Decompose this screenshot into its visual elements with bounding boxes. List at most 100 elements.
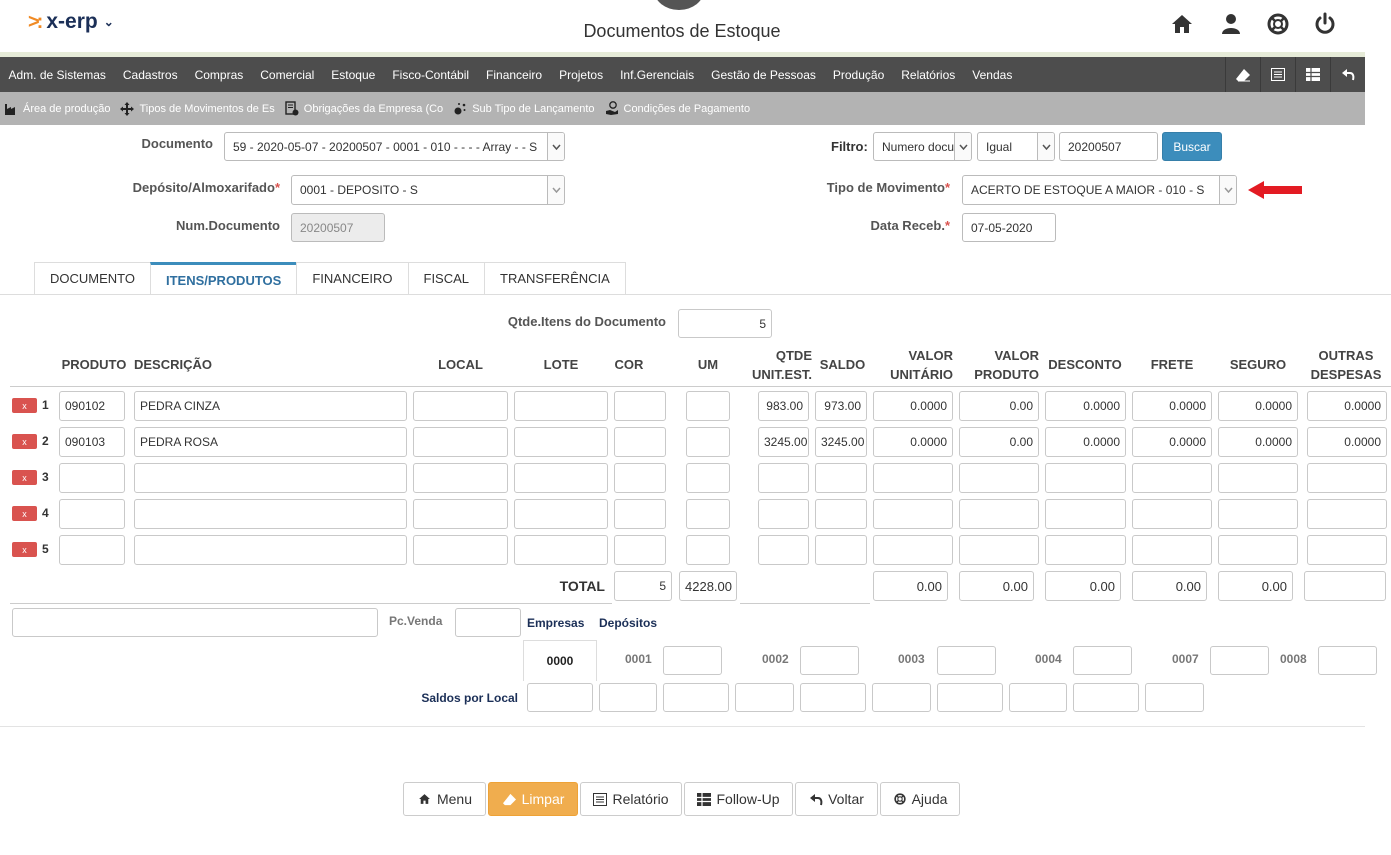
lote-input[interactable] (514, 499, 608, 529)
valor-produto-input[interactable] (959, 499, 1039, 529)
total-qtde-field[interactable]: 4228.00 (679, 571, 737, 601)
menu-button[interactable]: Menu (403, 782, 486, 816)
delete-row-button[interactable]: x (12, 506, 37, 521)
valor-produto-input[interactable] (959, 535, 1039, 565)
menu-item[interactable]: Cadastros (114, 68, 186, 82)
qtde-input[interactable]: 983.00 (758, 391, 809, 421)
seguro-input[interactable] (1218, 535, 1298, 565)
valor-produto-input[interactable]: 0.00 (959, 427, 1039, 457)
valor-unitario-input[interactable] (873, 499, 953, 529)
menu-item[interactable]: Relatórios (893, 68, 964, 82)
valor-unitario-input[interactable] (873, 535, 953, 565)
total-desconto-field[interactable]: 0.00 (1045, 571, 1121, 601)
follow-up-button[interactable]: Follow-Up (684, 782, 793, 816)
delete-row-button[interactable]: x (12, 470, 37, 485)
saldo-local-field[interactable] (937, 683, 1003, 712)
frete-input[interactable] (1132, 499, 1212, 529)
pcvenda-field[interactable] (455, 608, 521, 637)
lote-input[interactable] (514, 427, 608, 457)
shortcut-item[interactable]: Obrigações da Empresa (Co (285, 101, 443, 116)
empresa-selected[interactable]: 0000 (523, 640, 597, 681)
tab-itens-produtos[interactable]: ITENS/PRODUTOS (149, 262, 298, 295)
produto-input[interactable] (59, 535, 125, 565)
empresa-saldo-field[interactable] (800, 646, 859, 675)
menu-item[interactable]: Projetos (551, 68, 612, 82)
numdoc-field[interactable]: 20200507 (291, 213, 385, 242)
valor-produto-input[interactable]: 0.00 (959, 391, 1039, 421)
saldo-input[interactable]: 973.00 (815, 391, 867, 421)
cor-input[interactable] (614, 427, 666, 457)
list-icon[interactable] (1260, 57, 1295, 92)
outras-despesas-input[interactable]: 0.0000 (1307, 427, 1387, 457)
tab-transferencia[interactable]: TRANSFERÊNCIA (484, 262, 626, 294)
shortcut-item[interactable]: Tipos de Movimentos de Es (120, 101, 275, 116)
qtde-input[interactable] (758, 535, 809, 565)
local-input[interactable] (413, 535, 508, 565)
menu-item[interactable]: Comercial (252, 68, 323, 82)
saldo-local-field[interactable] (663, 683, 729, 712)
produto-info-field[interactable] (12, 608, 378, 637)
power-icon[interactable] (1312, 11, 1338, 37)
produto-input[interactable]: 090103 (59, 427, 125, 457)
saldo-local-field[interactable] (1073, 683, 1139, 712)
menu-item[interactable]: Produção (824, 68, 892, 82)
outras-despesas-input[interactable] (1307, 535, 1387, 565)
home-icon[interactable] (1169, 11, 1195, 37)
produto-input[interactable] (59, 499, 125, 529)
lote-input[interactable] (514, 391, 608, 421)
outras-despesas-input[interactable] (1307, 463, 1387, 493)
menu-item[interactable]: Inf.Gerenciais (612, 68, 703, 82)
local-input[interactable] (413, 463, 508, 493)
cor-input[interactable] (614, 499, 666, 529)
valor-unitario-input[interactable]: 0.0000 (873, 391, 953, 421)
valor-unitario-input[interactable] (873, 463, 953, 493)
um-input[interactable] (686, 499, 730, 529)
frete-input[interactable]: 0.0000 (1132, 391, 1212, 421)
documento-select[interactable]: 59 - 2020-05-07 - 20200507 - 0001 - 010 … (224, 132, 565, 161)
empresa-saldo-field[interactable] (663, 646, 722, 675)
lote-input[interactable] (514, 463, 608, 493)
local-input[interactable] (413, 499, 508, 529)
desconto-input[interactable]: 0.0000 (1045, 391, 1126, 421)
desconto-input[interactable] (1045, 535, 1126, 565)
descricao-input[interactable] (134, 499, 407, 529)
back-arrow-icon[interactable] (1330, 57, 1365, 92)
saldo-local-field[interactable] (872, 683, 931, 712)
valor-unitario-input[interactable]: 0.0000 (873, 427, 953, 457)
shortcut-item[interactable]: Área de produção (4, 102, 110, 116)
tab-documento[interactable]: DOCUMENTO (34, 262, 151, 294)
qtde-itens-field[interactable]: 5 (678, 309, 772, 338)
qtde-input[interactable] (758, 463, 809, 493)
table-icon[interactable] (1295, 57, 1330, 92)
help-lifebuoy-icon[interactable] (1265, 11, 1291, 37)
cor-input[interactable] (614, 535, 666, 565)
frete-input[interactable] (1132, 463, 1212, 493)
saldo-local-field[interactable] (599, 683, 657, 712)
local-input[interactable] (413, 427, 508, 457)
descricao-input[interactable]: PEDRA CINZA (134, 391, 407, 421)
voltar-button[interactable]: Voltar (795, 782, 878, 816)
menu-item[interactable]: Estoque (323, 68, 384, 82)
menu-item[interactable]: Fisco-Contábil (384, 68, 478, 82)
tab-financeiro[interactable]: FINANCEIRO (296, 262, 409, 294)
descricao-input[interactable] (134, 535, 407, 565)
empresa-saldo-field[interactable] (937, 646, 996, 675)
empresa-saldo-field[interactable] (1210, 646, 1269, 675)
user-icon[interactable] (1218, 11, 1244, 37)
qtde-input[interactable]: 3245.00 (758, 427, 809, 457)
saldo-local-field[interactable] (527, 683, 593, 712)
app-logo[interactable]: >: x-erp ⌄ (28, 10, 114, 34)
um-input[interactable] (686, 391, 730, 421)
seguro-input[interactable] (1218, 499, 1298, 529)
relatorio-button[interactable]: Relatório (580, 782, 682, 816)
filtro-campo-select[interactable]: Numero documento (873, 132, 972, 161)
total-vunit-field[interactable]: 0.00 (873, 571, 948, 601)
saldo-local-field[interactable] (735, 683, 794, 712)
filtro-valor-input[interactable]: 20200507 (1059, 132, 1158, 161)
frete-input[interactable]: 0.0000 (1132, 427, 1212, 457)
um-input[interactable] (686, 427, 730, 457)
produto-input[interactable]: 090102 (59, 391, 125, 421)
buscar-button[interactable]: Buscar (1162, 132, 1222, 161)
limpar-button[interactable]: Limpar (488, 782, 578, 816)
frete-input[interactable] (1132, 535, 1212, 565)
